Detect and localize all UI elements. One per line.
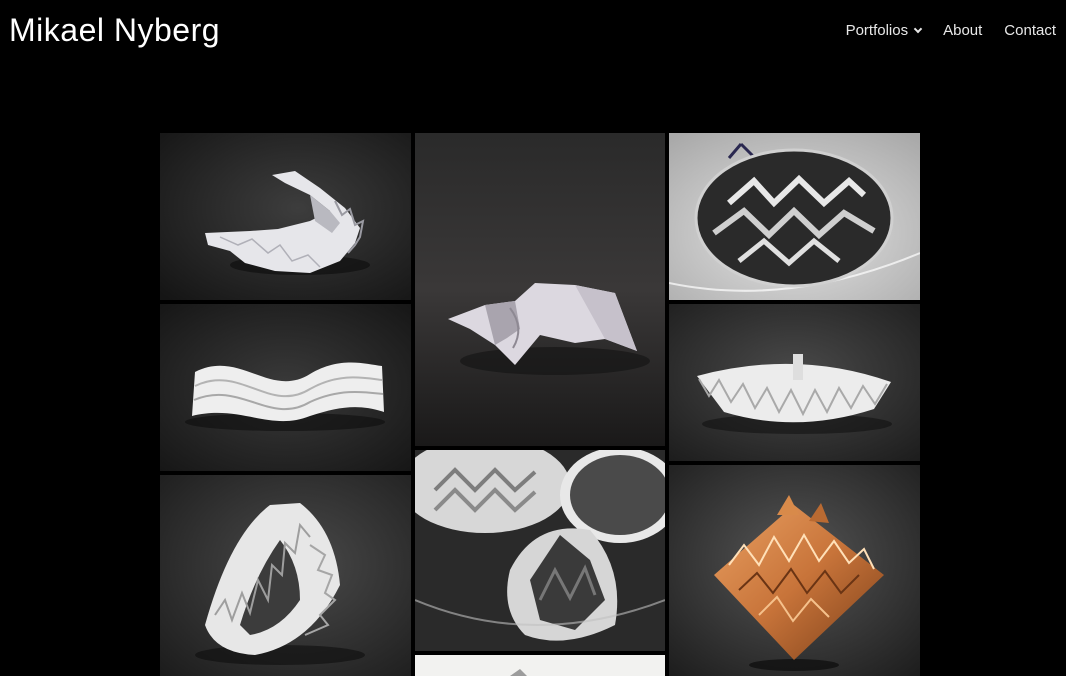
curved-sculpture-image — [415, 133, 665, 446]
wavy-strip-image — [160, 304, 411, 471]
copper-diamond-image — [669, 465, 920, 676]
pleated-fan-image — [669, 304, 920, 461]
gallery-image-curved-sculpture[interactable] — [415, 133, 665, 446]
chevron-disc-image — [669, 133, 920, 300]
nav-item-label: About — [943, 22, 983, 39]
site-header: Mikael Nyberg Portfolios About Contact — [0, 0, 1066, 70]
site-title[interactable]: Mikael Nyberg — [9, 12, 220, 49]
gallery-image-chevron-dish[interactable] — [415, 450, 665, 651]
gallery-image-spiral-fold[interactable] — [160, 133, 411, 300]
nav-item-portfolios[interactable]: Portfolios — [845, 22, 923, 39]
chevron-down-icon — [913, 24, 923, 34]
spiral-fold-image — [160, 133, 411, 300]
gallery-image-wavy-strip[interactable] — [160, 304, 411, 471]
nav-item-about[interactable]: About — [943, 22, 982, 39]
gallery-image-partial[interactable] — [415, 655, 665, 676]
nav-item-label: Portfolios — [845, 22, 909, 39]
portfolio-gallery — [160, 133, 920, 676]
partial-image — [415, 655, 665, 676]
gallery-image-zigzag-loop[interactable] — [160, 475, 411, 676]
nav-item-contact[interactable]: Contact — [1004, 22, 1056, 39]
chevron-dish-image — [415, 450, 665, 651]
gallery-image-copper-diamond[interactable] — [669, 465, 920, 676]
main-nav: Portfolios About Contact — [824, 22, 1056, 39]
nav-item-label: Contact — [1004, 22, 1056, 39]
gallery-image-chevron-disc[interactable] — [669, 133, 920, 300]
zigzag-loop-image — [160, 475, 411, 676]
gallery-image-pleated-fan[interactable] — [669, 304, 920, 461]
